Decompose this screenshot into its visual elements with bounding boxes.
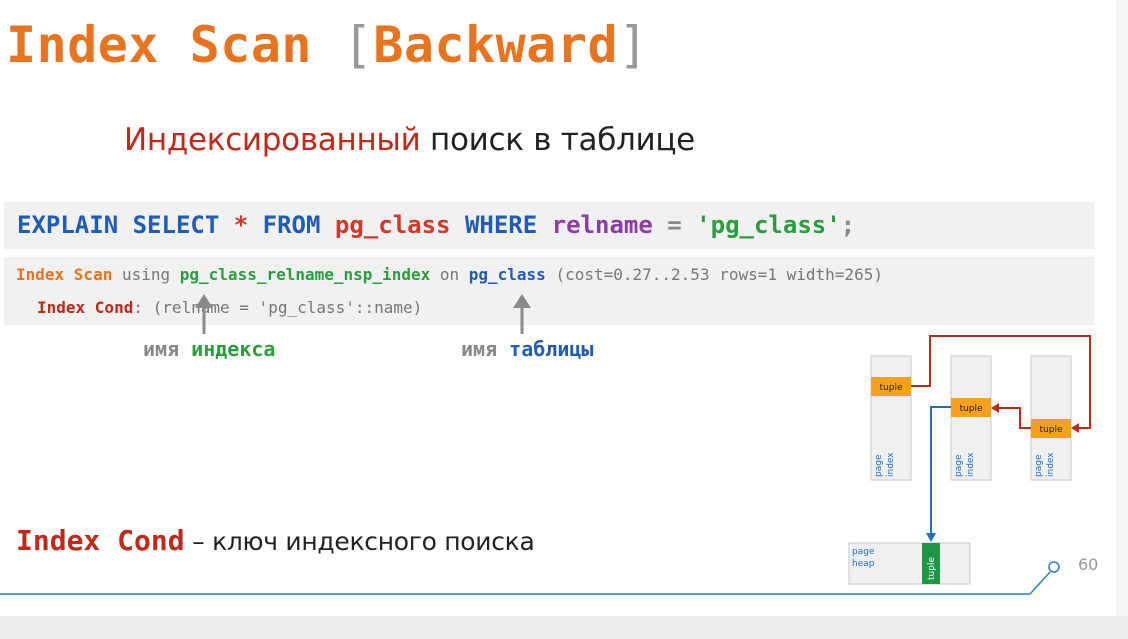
tuple-label-2: tuple: [960, 404, 983, 414]
page-label-1b: index: [886, 452, 896, 477]
page-label-2a: page: [954, 454, 964, 477]
heap-label-2: heap: [852, 559, 875, 569]
page-number: 60: [1078, 555, 1099, 574]
heap-tuple-label: tuple: [927, 557, 937, 580]
footer-bar: [0, 616, 1128, 639]
index-page-1: tuple page index: [870, 355, 912, 481]
red-arrow-2: [998, 407, 1031, 429]
page-label-3a: page: [1034, 454, 1044, 477]
tuple-label-1: tuple: [880, 383, 903, 393]
heap-label-1: page: [852, 547, 875, 557]
tuple-label-3: tuple: [1040, 425, 1063, 435]
heap-page: tuple page heap: [848, 542, 971, 585]
blue-arrow: [930, 406, 951, 534]
page-label-2b: index: [966, 452, 976, 477]
index-page-3: tuple page index: [1030, 355, 1072, 481]
page-label-1a: page: [874, 454, 884, 477]
page-label-3b: index: [1046, 452, 1056, 477]
index-scan-diagram: tuple page index tuple page index tuple …: [0, 335, 1091, 595]
index-page-2: tuple page index: [950, 355, 992, 481]
